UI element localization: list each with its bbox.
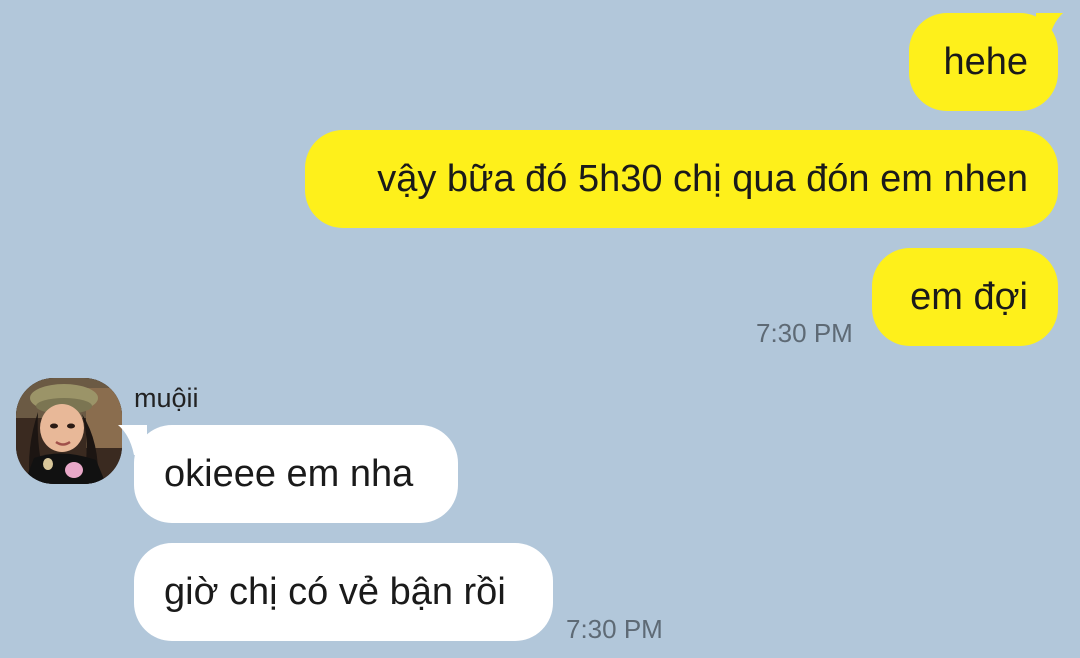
message-text: hehe xyxy=(943,41,1028,83)
outgoing-message[interactable]: em đợi xyxy=(872,248,1058,346)
message-text: giờ chị có vẻ bận rồi xyxy=(164,571,506,613)
message-timestamp: 7:30 PM xyxy=(566,614,663,644)
avatar[interactable] xyxy=(16,378,122,484)
incoming-message[interactable]: giờ chị có vẻ bận rồi xyxy=(134,543,553,641)
bubble-tail-outgoing xyxy=(1036,13,1063,43)
message-text: okieee em nha xyxy=(164,453,414,495)
outgoing-message[interactable]: vậy bữa đó 5h30 chị qua đón em nhen xyxy=(305,130,1058,228)
incoming-message[interactable]: okieee em nha xyxy=(134,425,458,523)
message-text: em đợi xyxy=(910,276,1028,318)
message-text: vậy bữa đó 5h30 chị qua đón em nhen xyxy=(377,158,1028,200)
sender-name: muộii xyxy=(134,383,199,413)
profile-photo-icon xyxy=(16,378,122,484)
message-timestamp: 7:30 PM xyxy=(756,318,853,348)
